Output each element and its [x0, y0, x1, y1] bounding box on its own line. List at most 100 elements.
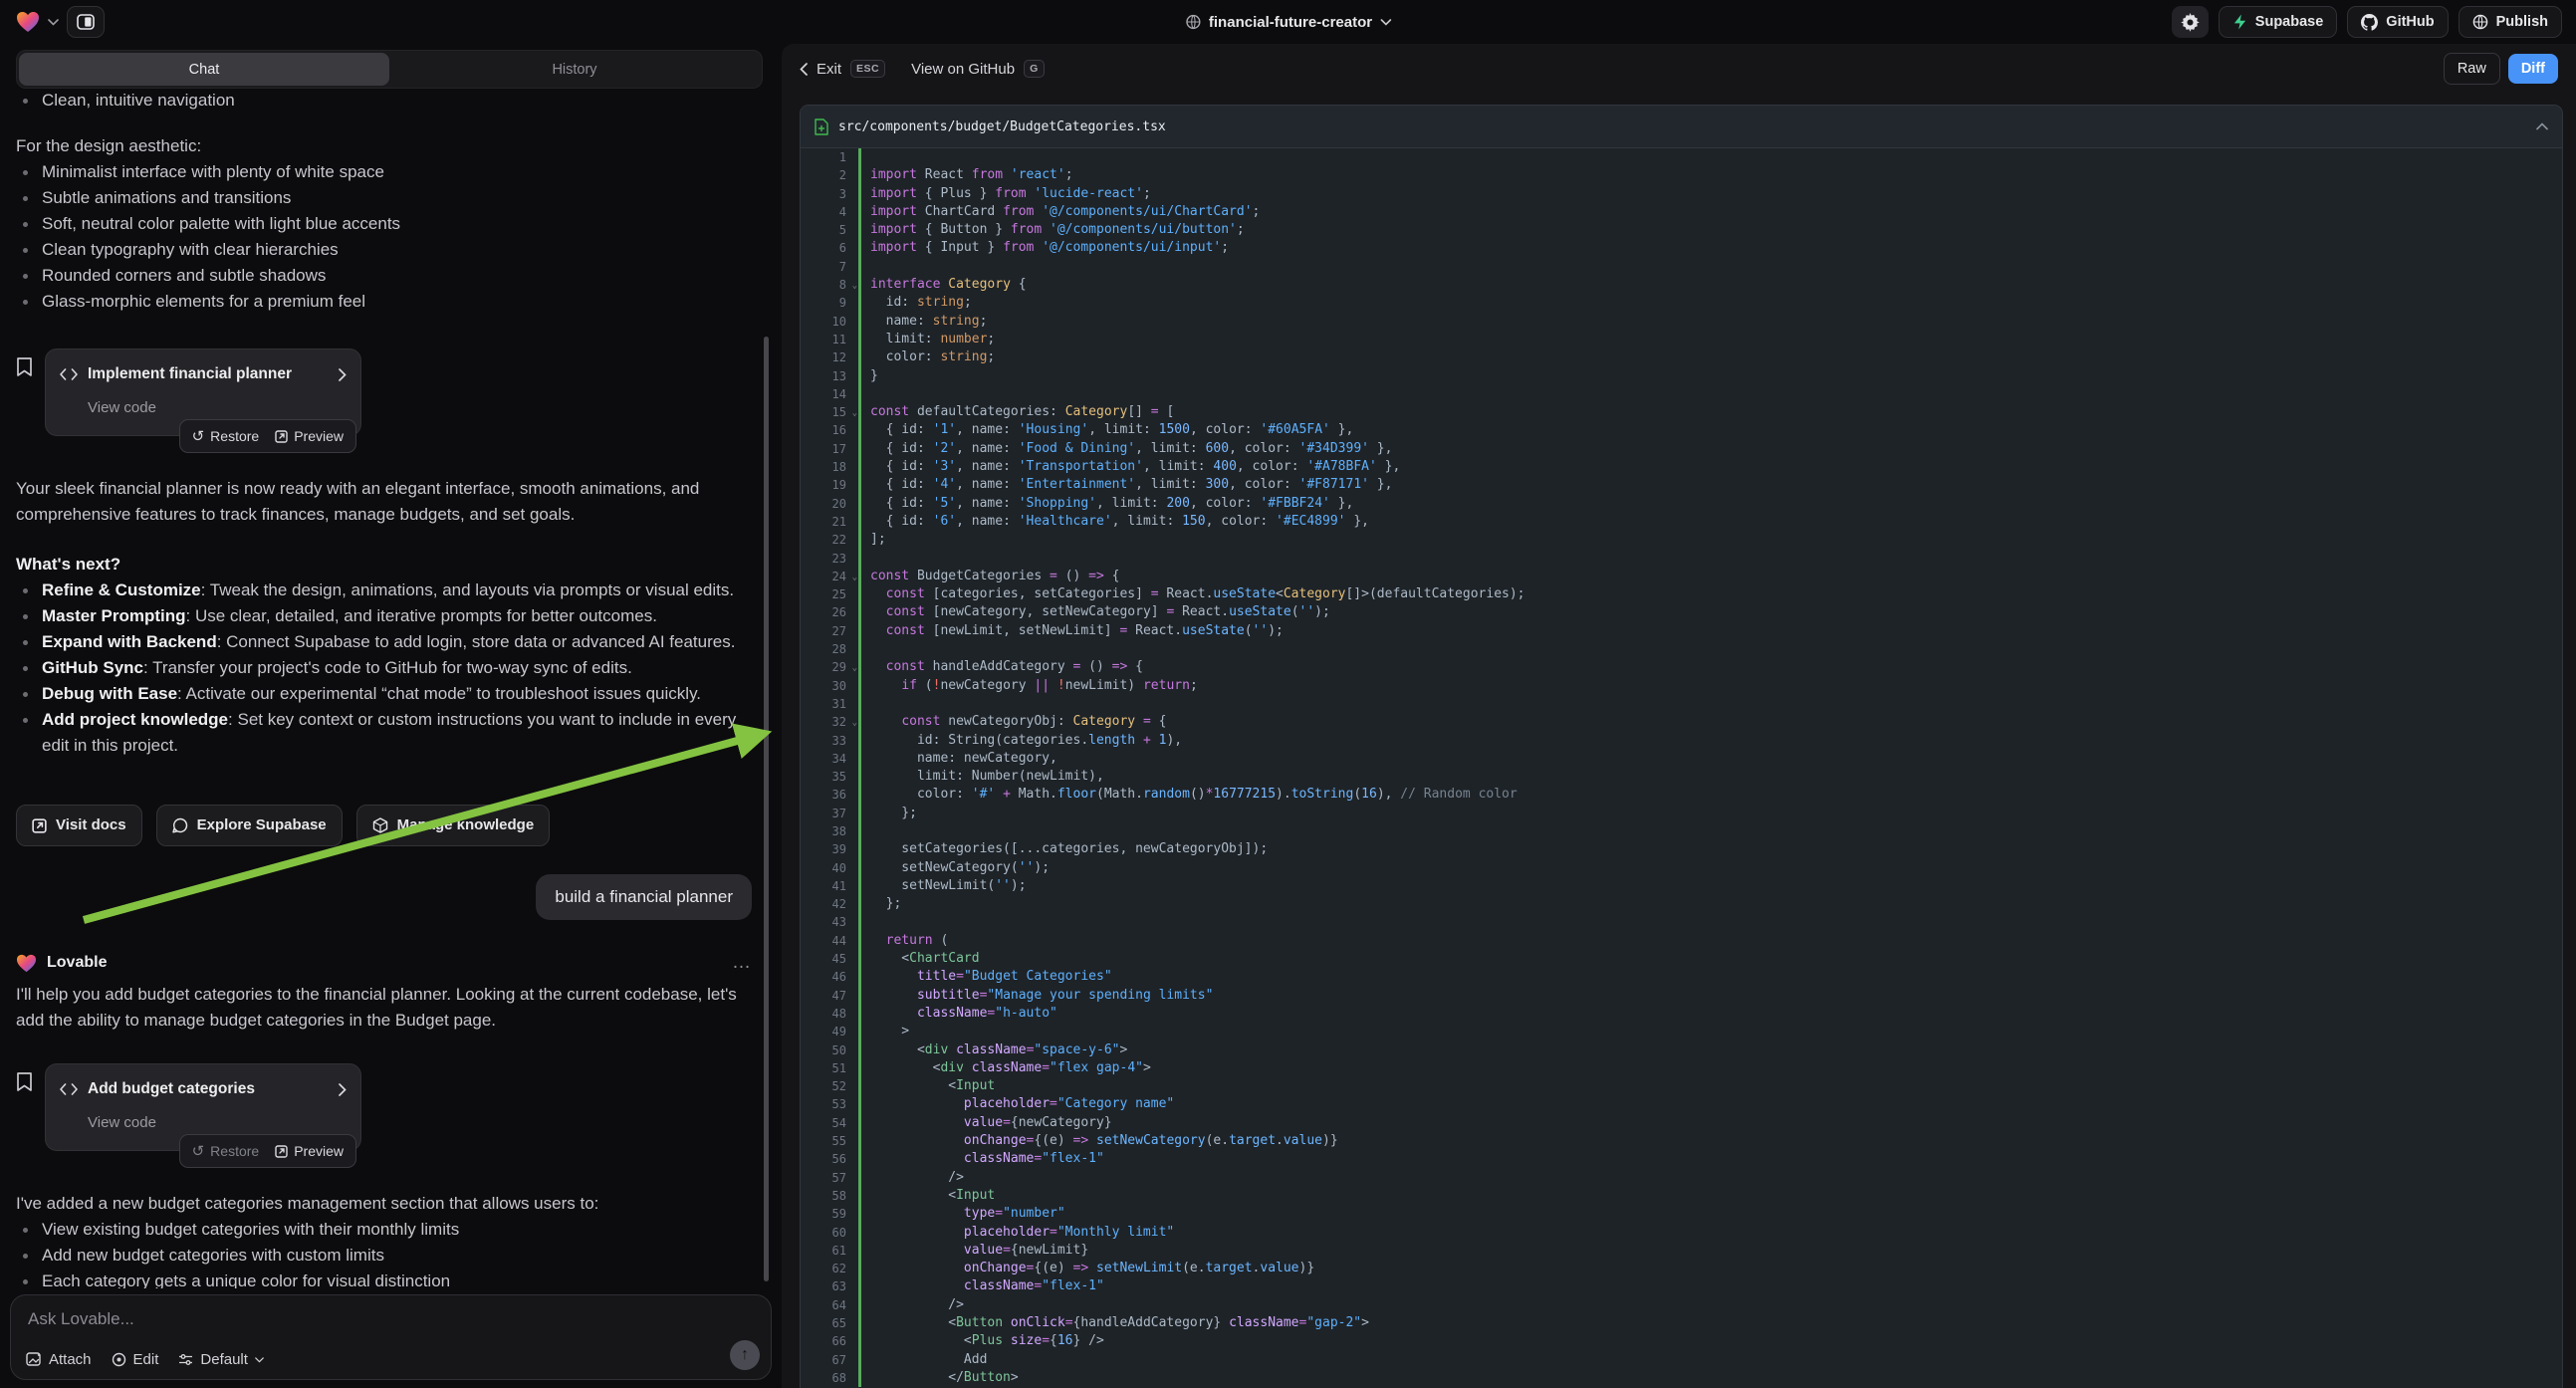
raw-toggle-button[interactable]: Raw — [2444, 53, 2500, 85]
project-selector[interactable]: financial-future-creator — [1185, 0, 1391, 44]
code-line-text: { id: '1', name: 'Housing', limit: 1500,… — [861, 421, 2562, 439]
code-line-text: setCategories([...categories, newCategor… — [861, 840, 2562, 858]
chevron-down-icon — [255, 1357, 264, 1363]
version-card-implement-financial-planner[interactable]: Implement financial planner View code ↺R… — [45, 348, 361, 436]
lovable-logo[interactable] — [16, 11, 40, 33]
code-line-text: <Plus size={16} /> — [861, 1332, 2562, 1350]
github-button[interactable]: GitHub — [2347, 6, 2448, 38]
restore-button[interactable]: ↺Restore — [192, 423, 260, 449]
view-code-link[interactable]: View code — [88, 395, 347, 421]
line-number: 13 — [801, 367, 858, 385]
collapse-chevron-up-icon[interactable] — [2536, 122, 2548, 130]
line-number: 11 — [801, 331, 858, 348]
view-code-link[interactable]: View code — [88, 1110, 347, 1136]
code-line: 11 limit: number; — [801, 331, 2562, 348]
code-line: 46 title="Budget Categories" — [801, 968, 2562, 986]
toggle-sidebar-button[interactable] — [67, 6, 105, 38]
code-line-text: type="number" — [861, 1205, 2562, 1223]
code-line: 36 color: '#' + Math.floor(Math.random()… — [801, 786, 2562, 804]
line-number: 66 — [801, 1332, 858, 1350]
line-number: 59 — [801, 1205, 858, 1223]
edit-button[interactable]: Edit — [112, 1351, 159, 1368]
send-button[interactable]: ↑ — [730, 1340, 760, 1370]
bookmark-icon[interactable] — [16, 1071, 33, 1092]
preview-button[interactable]: Preview — [275, 423, 344, 449]
chat-history-tabs: Chat History — [16, 50, 763, 89]
chat-scrollbar-thumb[interactable] — [764, 337, 769, 1281]
arrow-up-icon: ↑ — [741, 1346, 749, 1364]
code-line: 63 className="flex-1" — [801, 1277, 2562, 1295]
code-line-text: import { Input } from '@/components/ui/i… — [861, 239, 2562, 257]
message-menu-button[interactable]: … — [732, 958, 752, 968]
code-line: 68 </Button> — [801, 1369, 2562, 1387]
exit-button[interactable]: Exit ESC — [800, 60, 885, 78]
list-item: Refine & Customize: Tweak the design, an… — [16, 578, 752, 603]
line-number: 55 — [801, 1132, 858, 1150]
code-line: 13} — [801, 367, 2562, 385]
code-line: 9 id: string; — [801, 294, 2562, 312]
line-number: 38 — [801, 822, 858, 840]
code-line: 22]; — [801, 531, 2562, 549]
supabase-button[interactable]: Supabase — [2219, 6, 2338, 38]
restore-button[interactable]: ↺Restore — [192, 1138, 260, 1164]
list-item: Debug with Ease: Activate our experiment… — [16, 681, 752, 707]
fold-chevron-icon[interactable]: ⌄ — [852, 714, 857, 732]
list-item: GitHub Sync: Transfer your project's cod… — [16, 655, 752, 681]
view-on-github-button[interactable]: View on GitHub G — [911, 60, 1045, 78]
line-number: 41 — [801, 877, 858, 895]
tab-chat[interactable]: Chat — [19, 53, 389, 86]
fold-chevron-icon[interactable]: ⌄ — [852, 659, 857, 677]
list-item: Rounded corners and subtle shadows — [16, 263, 752, 289]
manage-knowledge-button[interactable]: Manage knowledge — [356, 805, 551, 846]
code-line-text: import React from 'react'; — [861, 166, 2562, 184]
line-number: 67 — [801, 1351, 858, 1369]
line-number: 46 — [801, 968, 858, 986]
diff-toggle-button[interactable]: Diff — [2508, 54, 2558, 84]
project-globe-icon — [1185, 14, 1201, 30]
line-number: 62 — [801, 1260, 858, 1277]
bookmark-icon[interactable] — [16, 356, 33, 377]
attach-button[interactable]: Attach — [26, 1351, 92, 1368]
whats-next-heading: What's next? — [16, 552, 752, 578]
code-line: 42 }; — [801, 895, 2562, 913]
line-number: 6 — [801, 239, 858, 257]
code-line-text: { id: '5', name: 'Shopping', limit: 200,… — [861, 495, 2562, 513]
version-card-add-budget-categories[interactable]: Add budget categories View code ↺Restore… — [45, 1063, 361, 1151]
code-line-text: const defaultCategories: Category[] = [ — [861, 403, 2562, 421]
code-line-text — [861, 258, 2562, 276]
code-line: 26 const [newCategory, setNewCategory] =… — [801, 603, 2562, 621]
line-number: 63 — [801, 1277, 858, 1295]
code-line-text — [861, 550, 2562, 568]
chat-composer[interactable]: Ask Lovable... Attach Edit Default ↑ — [10, 1294, 772, 1380]
code-line-text: if (!newCategory || !newLimit) return; — [861, 677, 2562, 695]
code-line-text: value={newCategory} — [861, 1114, 2562, 1132]
line-number: 45 — [801, 950, 858, 968]
code-icon — [60, 368, 78, 380]
line-number: 44 — [801, 932, 858, 950]
code-line-text: setNewLimit(''); — [861, 877, 2562, 895]
settings-button[interactable] — [2172, 6, 2209, 38]
fold-chevron-icon[interactable]: ⌄ — [852, 404, 857, 422]
publish-button[interactable]: Publish — [2459, 6, 2562, 38]
code-line-text: ]; — [861, 531, 2562, 549]
preview-button[interactable]: Preview — [275, 1138, 344, 1164]
line-number: 65 — [801, 1314, 858, 1332]
code-line: 18 { id: '3', name: 'Transportation', li… — [801, 458, 2562, 476]
code-line-text: } — [861, 367, 2562, 385]
code-line: 1 — [801, 148, 2562, 166]
code-line-text: id: String(categories.length + 1), — [861, 732, 2562, 750]
code-line: 67 Add — [801, 1351, 2562, 1369]
tab-history[interactable]: History — [389, 53, 760, 86]
fold-chevron-icon[interactable]: ⌄ — [852, 277, 857, 295]
logo-chevron-down-icon[interactable] — [48, 19, 59, 26]
mode-selector[interactable]: Default — [178, 1351, 264, 1368]
fold-chevron-icon[interactable]: ⌄ — [852, 569, 857, 586]
code-line: 25 const [categories, setCategories] = R… — [801, 585, 2562, 603]
line-number: 10 — [801, 313, 858, 331]
code-icon — [60, 1083, 78, 1095]
code-line: 28 — [801, 640, 2562, 658]
explore-supabase-button[interactable]: Explore Supabase — [156, 805, 343, 846]
chat-input[interactable]: Ask Lovable... — [28, 1309, 134, 1329]
visit-docs-button[interactable]: Visit docs — [16, 805, 142, 846]
file-header[interactable]: src/components/budget/BudgetCategories.t… — [801, 106, 2562, 148]
